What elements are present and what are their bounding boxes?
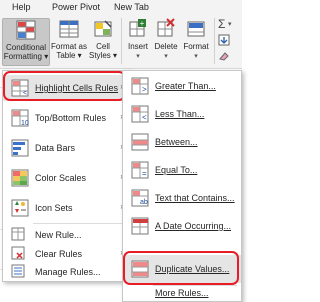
menu-item-color-scales[interactable]: Color Scales ›: [3, 165, 129, 191]
color-scales-icon: [11, 169, 29, 187]
cell-styles-button[interactable]: Cell Styles ▾: [88, 18, 118, 64]
conditional-formatting-label-1: Conditional: [5, 43, 47, 52]
format-button[interactable]: Format ▾: [181, 18, 211, 64]
new-rule-label: New Rule...: [35, 230, 82, 240]
insert-dropdown-caret: ▾: [136, 53, 140, 60]
format-dropdown-caret: ▾: [194, 53, 198, 60]
date-occurring-icon: [131, 217, 149, 235]
ribbon-tab-bar: Help Power Pivot New Tab: [0, 0, 242, 14]
a-date-occurring-label: A Date Occurring...: [155, 221, 232, 231]
format-as-table-label-1: Format as: [50, 42, 87, 51]
data-bars-icon: [11, 139, 29, 157]
format-cells-icon: [187, 21, 205, 37]
menu-item-more-rules[interactable]: More Rules...: [123, 286, 241, 300]
less-than-icon: <: [131, 105, 149, 123]
svg-text:10: 10: [21, 120, 29, 127]
more-rules-label: More Rules...: [155, 288, 209, 298]
conditional-formatting-button[interactable]: Conditional Formatting ▾: [2, 18, 50, 66]
color-scales-label: Color Scales: [35, 173, 87, 183]
insert-label: Insert: [127, 42, 148, 51]
menu-item-less-than[interactable]: < Less Than...: [123, 101, 241, 127]
between-icon: [131, 133, 149, 151]
autosum-icon[interactable]: Σ: [218, 17, 225, 31]
svg-text:<: <: [142, 113, 147, 122]
conditional-formatting-icon: [16, 20, 36, 40]
clear-icon[interactable]: [218, 50, 230, 62]
menu-item-new-rule[interactable]: New Rule...: [3, 225, 129, 244]
text-that-contains-label: Text that Contains...: [155, 193, 235, 203]
menu-item-data-bars[interactable]: Data Bars ›: [3, 135, 129, 161]
ribbon-separator: [121, 18, 122, 64]
menu-item-icon-sets[interactable]: Icon Sets ›: [3, 195, 129, 221]
tab-power-pivot[interactable]: Power Pivot: [52, 2, 100, 12]
format-as-table-button[interactable]: Format as Table ▾: [50, 18, 88, 64]
between-label: Between...: [155, 137, 198, 147]
manage-rules-label: Manage Rules...: [35, 267, 101, 277]
format-as-table-icon: [59, 20, 79, 38]
menu-item-between[interactable]: Between...: [123, 129, 241, 155]
less-than-label: Less Than...: [155, 109, 205, 119]
cell-styles-label-1: Cell: [96, 42, 110, 51]
clear-rules-label: Clear Rules: [35, 249, 83, 259]
duplicate-values-outline: [123, 251, 239, 285]
top-bottom-rules-icon: 10: [11, 109, 29, 127]
menu-item-greater-than[interactable]: > Greater Than...: [123, 73, 241, 99]
format-label: Format: [183, 42, 209, 51]
icon-sets-icon: [11, 199, 29, 217]
format-as-table-label-2: Table ▾: [56, 51, 82, 60]
cell-styles-icon: [94, 20, 112, 37]
data-bars-label: Data Bars: [35, 143, 76, 153]
icon-sets-label: Icon Sets: [35, 203, 73, 213]
menu-item-manage-rules[interactable]: Manage Rules...: [3, 263, 129, 280]
greater-than-icon: >: [131, 77, 149, 95]
delete-cells-icon: [157, 18, 175, 37]
new-rule-icon: [11, 227, 25, 241]
autosum-dropdown-caret[interactable]: ▾: [228, 20, 232, 28]
ribbon: Conditional Formatting ▾ Format as Table…: [0, 14, 242, 69]
menu-separator: [33, 223, 125, 224]
tab-new-tab[interactable]: New Tab: [114, 2, 149, 12]
cell-styles-label-2: Styles ▾: [88, 51, 118, 60]
menu-item-text-that-contains[interactable]: ab Text that Contains...: [123, 185, 241, 211]
svg-text:>: >: [142, 85, 147, 94]
menu-item-a-date-occurring[interactable]: A Date Occurring...: [123, 213, 241, 239]
svg-text:+: +: [140, 19, 145, 28]
insert-button[interactable]: + Insert ▾: [124, 18, 152, 64]
greater-than-label: Greater Than...: [155, 81, 216, 91]
text-contains-icon: ab: [131, 189, 149, 207]
ribbon-separator: [214, 18, 215, 64]
delete-button[interactable]: Delete ▾: [152, 18, 180, 64]
fill-icon[interactable]: [218, 34, 230, 46]
delete-dropdown-caret: ▾: [164, 53, 168, 60]
top-bottom-rules-label: Top/Bottom Rules: [35, 113, 107, 123]
menu-item-top-bottom-rules[interactable]: 10 Top/Bottom Rules ›: [3, 105, 129, 131]
manage-rules-icon: [11, 264, 25, 278]
equal-to-icon: =: [131, 161, 149, 179]
svg-text:=: =: [142, 169, 147, 178]
delete-label: Delete: [154, 42, 178, 51]
insert-cells-icon: +: [129, 19, 146, 37]
menu-item-equal-to[interactable]: = Equal To...: [123, 157, 241, 183]
menu-item-clear-rules[interactable]: Clear Rules ›: [3, 244, 129, 263]
equal-to-label: Equal To...: [155, 165, 198, 175]
conditional-formatting-label-2: Formatting ▾: [3, 52, 49, 61]
conditional-formatting-menu: < Highlight Cells Rules › 10 Top/Bottom …: [2, 70, 130, 282]
clear-rules-icon: [11, 246, 25, 260]
tab-help[interactable]: Help: [12, 2, 31, 12]
svg-text:ab: ab: [140, 199, 148, 206]
highlight-cells-rules-outline: [3, 71, 126, 101]
